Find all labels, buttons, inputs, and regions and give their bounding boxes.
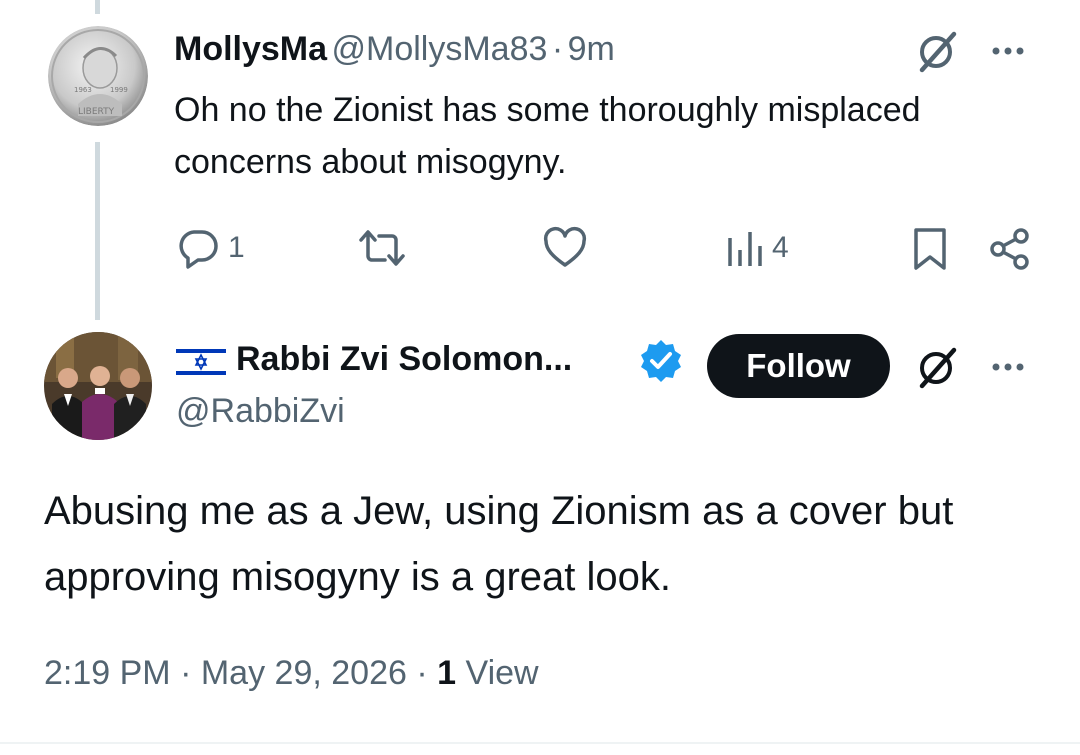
reply-icon [179, 230, 218, 269]
retweet-icon [359, 230, 405, 266]
views-button[interactable]: 4 [724, 226, 789, 270]
reply-count: 1 [228, 231, 245, 264]
reply-separator: · [551, 30, 564, 68]
more-icon[interactable] [988, 352, 1028, 382]
more-icon[interactable] [988, 36, 1028, 66]
reply-header: MollysMa @MollysMa83 · 9m [174, 30, 615, 69]
reply-display-name[interactable]: MollysMa [174, 30, 327, 68]
avatar-rabbizvi[interactable] [44, 332, 152, 440]
reply-handle[interactable]: @MollysMa83 [332, 30, 548, 68]
group-photo-avatar-image [44, 332, 152, 440]
avatar-word: LIBERTY [78, 107, 115, 117]
grok-icon[interactable] [914, 344, 960, 390]
bottom-divider [0, 742, 1080, 744]
tweet-time[interactable]: 2:19 PM [44, 654, 171, 692]
grok-icon[interactable] [914, 28, 960, 74]
retweet-button[interactable] [357, 226, 415, 270]
reply-text: Oh no the Zionist has some thoroughly mi… [174, 91, 921, 181]
like-icon [543, 226, 587, 267]
israel-flag-icon [176, 345, 226, 384]
follow-button[interactable]: Follow [707, 334, 890, 398]
bookmark-button[interactable] [910, 226, 950, 272]
meta-separator: · [180, 654, 192, 692]
views-count: 4 [772, 231, 789, 264]
reply-button[interactable]: 1 [176, 226, 245, 270]
tweet-date[interactable]: May 29, 2026 [201, 654, 407, 692]
view-label: View [465, 654, 539, 692]
avatar-year-left: 1963 [74, 86, 92, 94]
coin-avatar-image: 1963 1999 LIBERTY [48, 26, 148, 126]
thread-line-top [95, 0, 100, 14]
avatar-year-right: 1999 [110, 86, 128, 94]
avatar-mollysma[interactable]: 1963 1999 LIBERTY [48, 26, 148, 126]
share-icon [990, 228, 1029, 270]
share-button[interactable] [988, 226, 1032, 272]
reply-time[interactable]: 9m [568, 30, 615, 68]
bookmark-icon [914, 228, 946, 270]
main-handle[interactable]: @RabbiZvi [176, 392, 345, 431]
like-button[interactable] [542, 226, 596, 270]
main-display-name[interactable]: Rabbi Zvi Solomon... [236, 340, 572, 379]
main-tweet-text: Abusing me as a Jew, using Zionism as a … [44, 489, 954, 599]
view-count: 1 [437, 654, 457, 692]
thread-line [95, 142, 100, 320]
tweet-meta: 2:19 PM · May 29, 2026 · 1 View [44, 654, 539, 693]
meta-separator: · [416, 654, 428, 692]
views-icon [728, 232, 762, 266]
verified-badge-icon[interactable] [638, 338, 684, 389]
